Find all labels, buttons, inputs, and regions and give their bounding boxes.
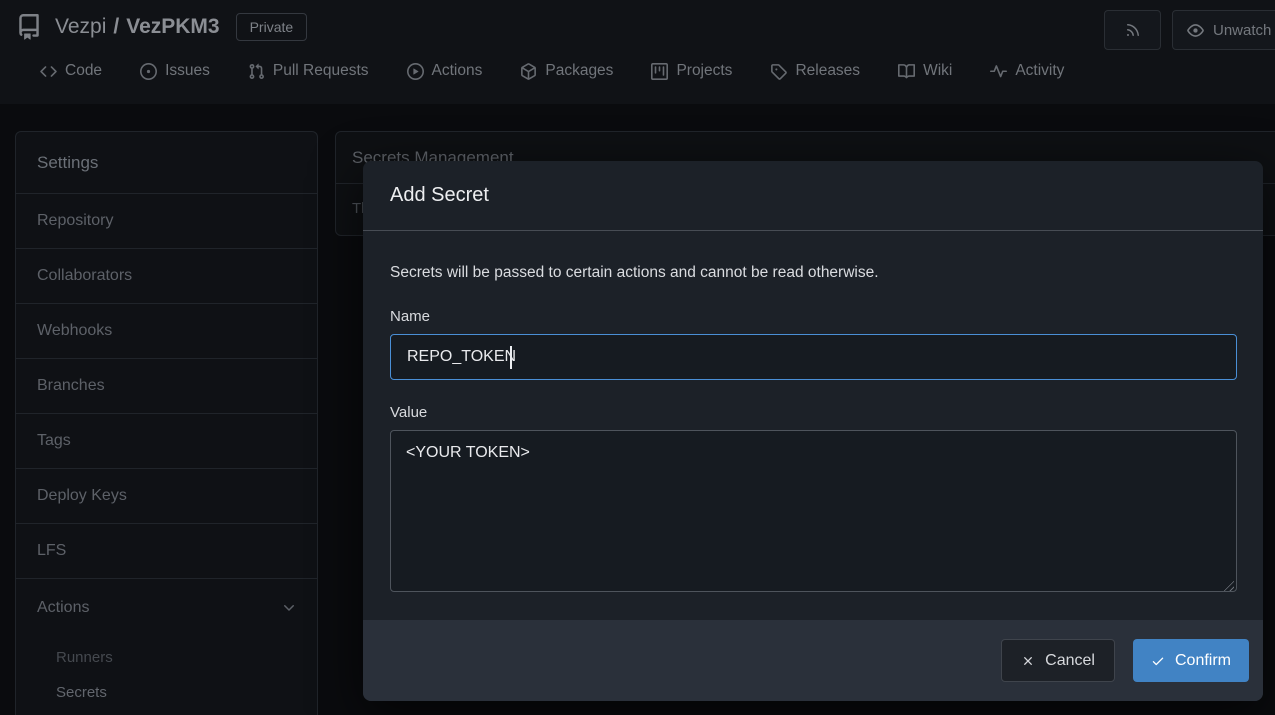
secret-name-input[interactable] xyxy=(390,334,1237,380)
secret-value-textarea[interactable]: <YOUR TOKEN> xyxy=(390,430,1237,592)
modal-header: Add Secret xyxy=(363,161,1263,231)
modal-title: Add Secret xyxy=(390,184,489,207)
modal-body: Secrets will be passed to certain action… xyxy=(363,231,1263,620)
value-field-label: Value xyxy=(390,404,1237,421)
name-field-label: Name xyxy=(390,308,1237,325)
cancel-button[interactable]: Cancel xyxy=(1001,639,1115,682)
confirm-label: Confirm xyxy=(1175,652,1231,670)
modal-footer: Cancel Confirm xyxy=(363,620,1263,701)
value-textarea-wrap: <YOUR TOKEN> xyxy=(390,430,1237,597)
cancel-label: Cancel xyxy=(1045,652,1095,670)
confirm-button[interactable]: Confirm xyxy=(1133,639,1249,682)
modal-description: Secrets will be passed to certain action… xyxy=(390,264,1237,282)
check-icon xyxy=(1151,654,1165,668)
add-secret-modal: Add Secret Secrets will be passed to cer… xyxy=(363,161,1263,701)
text-cursor xyxy=(510,346,512,369)
x-icon xyxy=(1021,654,1035,668)
page: Vezpi / VezPKM3 Private Unwatch Code xyxy=(0,0,1275,715)
name-input-wrap xyxy=(390,334,1237,380)
